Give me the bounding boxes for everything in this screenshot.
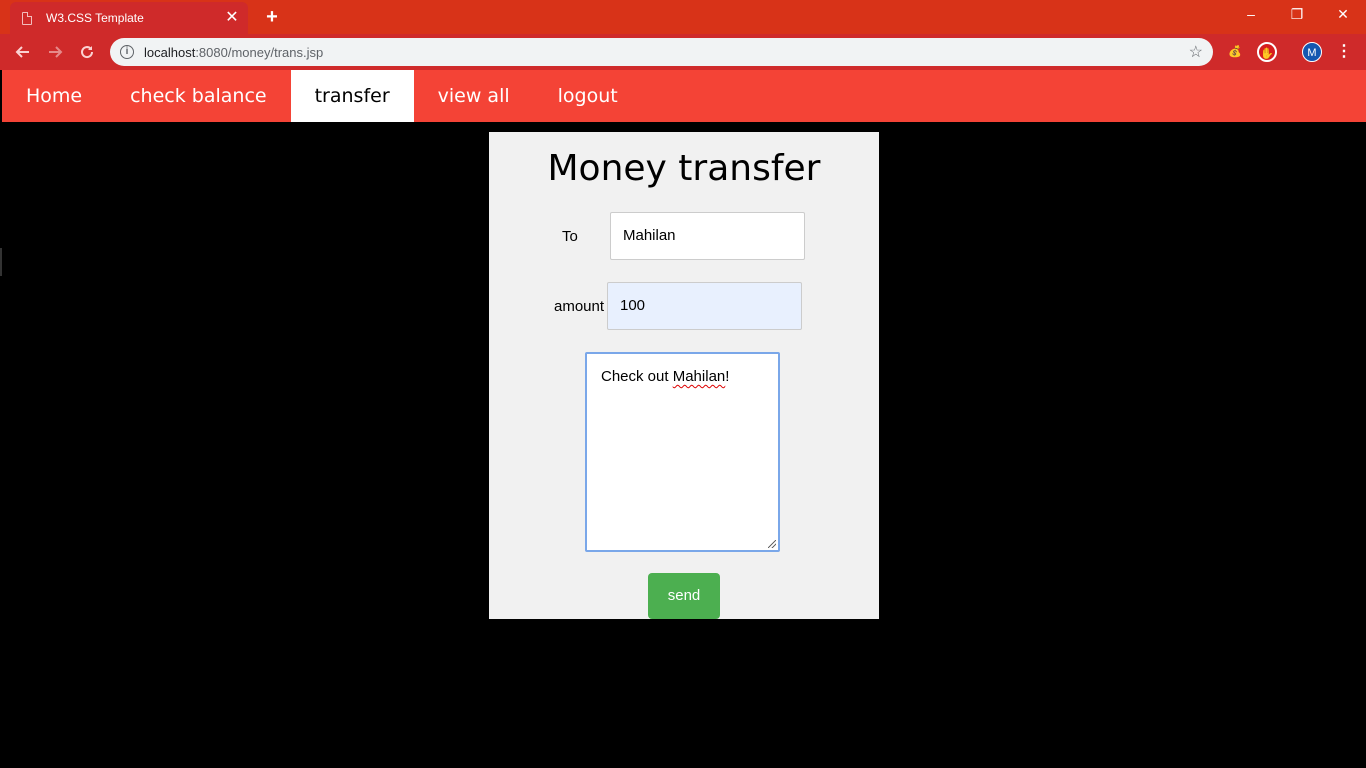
nav-check-balance[interactable]: check balance <box>106 70 290 122</box>
misspelled-word: Mahilan <box>672 368 726 385</box>
message-text: Check out <box>601 368 673 385</box>
message-suffix: ! <box>725 368 730 385</box>
to-label: To <box>562 228 578 245</box>
address-bar[interactable]: i localhost:8080/money/trans.jsp ☆ <box>110 38 1213 66</box>
new-tab-button[interactable]: + <box>260 6 284 28</box>
reload-icon <box>81 46 94 59</box>
close-window-button[interactable]: ✕ <box>1320 0 1366 30</box>
left-edge-marker <box>0 248 2 276</box>
browser-tab-strip: W3.CSS Template ✕ + – ❐ ✕ <box>0 0 1366 34</box>
browser-toolbar: i localhost:8080/money/trans.jsp ☆ 💰 ✋ M… <box>0 34 1366 70</box>
resize-handle[interactable] <box>768 540 776 548</box>
to-input[interactable]: Mahilan <box>610 212 805 260</box>
tab-close-icon[interactable]: ✕ <box>224 10 240 26</box>
site-nav: Home check balance transfer view all log… <box>2 70 1366 122</box>
info-icon[interactable]: i <box>120 45 134 59</box>
arrow-right-icon <box>49 46 63 58</box>
send-button[interactable]: send <box>648 573 720 619</box>
extension-icon[interactable]: 💰 <box>1225 42 1245 62</box>
nav-logout[interactable]: logout <box>534 70 642 122</box>
back-button[interactable] <box>12 41 34 63</box>
profile-avatar[interactable]: M <box>1302 42 1322 62</box>
restore-button[interactable]: ❐ <box>1274 0 1320 30</box>
page-title: Money transfer <box>547 148 821 189</box>
url-host: localhost <box>144 44 196 60</box>
minimize-button[interactable]: – <box>1228 0 1274 30</box>
star-icon[interactable]: ☆ <box>1189 42 1203 62</box>
amount-input[interactable]: 100 <box>607 282 802 330</box>
page-icon <box>22 11 32 25</box>
browser-tab[interactable]: W3.CSS Template ✕ <box>10 2 248 34</box>
adblock-icon[interactable]: ✋ <box>1257 42 1277 62</box>
amount-label: amount <box>554 298 605 315</box>
arrow-left-icon <box>15 46 29 58</box>
kebab-menu-icon[interactable]: ⋮ <box>1336 42 1352 62</box>
url-path: :8080/money/trans.jsp <box>195 44 324 60</box>
message-textarea[interactable]: Check out Mahilan! <box>585 352 780 552</box>
nav-view-all[interactable]: view all <box>414 70 534 122</box>
forward-button[interactable] <box>44 41 66 63</box>
nav-transfer[interactable]: transfer <box>290 70 414 122</box>
reload-button[interactable] <box>76 41 98 63</box>
transfer-form: Money transfer To Mahilan amount 100 Che… <box>489 132 879 619</box>
nav-home[interactable]: Home <box>2 70 106 122</box>
tab-title: W3.CSS Template <box>46 11 144 25</box>
